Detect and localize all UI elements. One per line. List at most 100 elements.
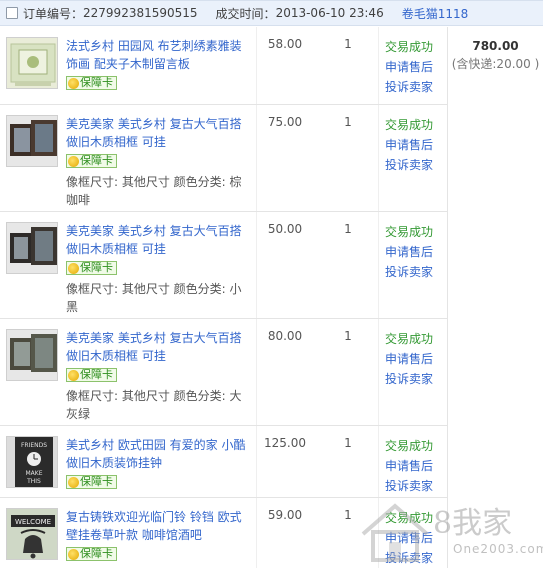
guarantee-card-badge[interactable]: 保障卡 — [66, 154, 117, 168]
list-item: 美克美家 美式乡村 复古大气百搭做旧木质相框 可挂 保障卡 像框尺寸: 其他尺寸… — [0, 105, 447, 212]
guarantee-card-badge[interactable]: 保障卡 — [66, 261, 117, 275]
item-price: 75.00 — [267, 115, 303, 129]
list-item: FRIENDS MAKE THIS 美式乡村 欧式田园 有爱的家 小酷做旧木质装… — [0, 426, 447, 498]
item-title-block: 法式乡村 田园风 布艺刺绣素雅装饰画 配夹子木制留言板 保障卡 — [66, 37, 250, 94]
item-title-link[interactable]: 美式乡村 欧式田园 有爱的家 小酷做旧木质装饰挂钟 — [66, 436, 250, 472]
list-item: 美克美家 美式乡村 复古大气百搭做旧木质相框 可挂 保障卡 像框尺寸: 其他尺寸… — [0, 212, 447, 319]
guarantee-card-badge[interactable]: 保障卡 — [66, 76, 117, 90]
item-quantity: 1 — [344, 37, 352, 51]
badge-label: 保障卡 — [80, 368, 113, 381]
guarantee-icon — [68, 155, 79, 167]
wall-clock-image: FRIENDS MAKE THIS — [7, 437, 57, 487]
complain-seller-link[interactable]: 投诉卖家 — [385, 548, 433, 568]
product-thumbnail[interactable] — [6, 329, 58, 381]
item-price: 80.00 — [267, 329, 303, 343]
product-thumbnail[interactable] — [6, 222, 58, 274]
item-price: 58.00 — [267, 37, 303, 51]
bell-sign-text: WELCOME — [15, 518, 51, 526]
list-item: 法式乡村 田园风 布艺刺绣素雅装饰画 配夹子木制留言板 保障卡 58.00 1 … — [0, 27, 447, 105]
item-quantity: 1 — [344, 115, 352, 129]
guarantee-icon — [68, 369, 79, 381]
item-status-block: 交易成功 申请售后 投诉卖家 — [385, 115, 433, 175]
badge-label: 保障卡 — [80, 547, 113, 560]
item-title-block: 美克美家 美式乡村 复古大气百搭做旧木质相框 可挂 保障卡 像框尺寸: 其他尺寸… — [66, 329, 250, 423]
order-items-list: 法式乡村 田园风 布艺刺绣素雅装饰画 配夹子木制留言板 保障卡 58.00 1 … — [0, 27, 447, 568]
item-spec: 像框尺寸: 其他尺寸 颜色分类: 棕咖啡 — [66, 174, 242, 207]
item-quantity: 1 — [344, 329, 352, 343]
apply-after-sale-link[interactable]: 申请售后 — [385, 456, 433, 476]
badge-label: 保障卡 — [80, 76, 113, 89]
product-thumbnail[interactable]: WELCOME — [6, 508, 58, 560]
guarantee-icon — [68, 548, 79, 560]
trade-success-status[interactable]: 交易成功 — [385, 37, 433, 57]
item-title-link[interactable]: 美克美家 美式乡村 复古大气百搭做旧木质相框 可挂 — [66, 329, 250, 365]
guarantee-card-badge[interactable]: 保障卡 — [66, 547, 117, 561]
clock-text: THIS — [26, 478, 41, 485]
item-status-block: 交易成功 申请售后 投诉卖家 — [385, 37, 433, 97]
apply-after-sale-link[interactable]: 申请售后 — [385, 242, 433, 262]
item-status-block: 交易成功 申请售后 投诉卖家 — [385, 508, 433, 568]
item-title-block: 美克美家 美式乡村 复古大气百搭做旧木质相框 可挂 保障卡 像框尺寸: 其他尺寸… — [66, 222, 250, 316]
item-quantity: 1 — [344, 436, 352, 450]
apply-after-sale-link[interactable]: 申请售后 — [385, 349, 433, 369]
product-thumbnail[interactable] — [6, 37, 58, 89]
apply-after-sale-link[interactable]: 申请售后 — [385, 57, 433, 77]
list-item: 美克美家 美式乡村 复古大气百搭做旧木质相框 可挂 保障卡 像框尺寸: 其他尺寸… — [0, 319, 447, 426]
trade-success-status[interactable]: 交易成功 — [385, 436, 433, 456]
order-time: 2013-06-10 23:46 — [275, 6, 384, 20]
complain-seller-link[interactable]: 投诉卖家 — [385, 262, 433, 282]
item-spec: 像框尺寸: 其他尺寸 颜色分类: 大灰绿 — [66, 388, 242, 421]
order-total-column: 780.00 (含快递:20.00 ) — [447, 27, 543, 568]
shipping-fee-note: (含快递:20.00 ) — [451, 57, 540, 71]
item-title-block: 复古铸铁欢迎光临门铃 铃铛 欧式壁挂卷草叶款 咖啡馆酒吧 保障卡 — [66, 508, 250, 565]
item-status-block: 交易成功 申请售后 投诉卖家 — [385, 436, 433, 496]
product-thumbnail[interactable]: FRIENDS MAKE THIS — [6, 436, 58, 488]
badge-label: 保障卡 — [80, 261, 113, 274]
complain-seller-link[interactable]: 投诉卖家 — [385, 369, 433, 389]
item-title-block: 美克美家 美式乡村 复古大气百搭做旧木质相框 可挂 保障卡 像框尺寸: 其他尺寸… — [66, 115, 250, 209]
shop-name-link[interactable]: 卷毛猫1118 — [402, 5, 469, 22]
order-checkbox[interactable] — [6, 7, 18, 19]
trade-success-status[interactable]: 交易成功 — [385, 222, 433, 242]
apply-after-sale-link[interactable]: 申请售后 — [385, 135, 433, 155]
item-quantity: 1 — [344, 222, 352, 236]
guarantee-card-badge[interactable]: 保障卡 — [66, 368, 117, 382]
order-time-label: 成交时间： — [215, 6, 276, 21]
item-title-link[interactable]: 法式乡村 田园风 布艺刺绣素雅装饰画 配夹子木制留言板 — [66, 37, 250, 73]
clock-text: MAKE — [25, 470, 42, 477]
order-total: 780.00 — [472, 39, 519, 53]
photo-frame-image — [7, 223, 57, 273]
product-thumbnail[interactable] — [6, 115, 58, 167]
photo-frame-image — [7, 330, 57, 380]
guarantee-card-badge[interactable]: 保障卡 — [66, 475, 117, 489]
complain-seller-link[interactable]: 投诉卖家 — [385, 155, 433, 175]
guarantee-icon — [68, 262, 79, 274]
badge-label: 保障卡 — [80, 154, 113, 167]
item-title-link[interactable]: 美克美家 美式乡村 复古大气百搭做旧木质相框 可挂 — [66, 222, 250, 258]
item-price: 59.00 — [267, 508, 303, 522]
order-header: 订单编号： 227992381590515 成交时间： 2013-06-10 2… — [0, 0, 543, 26]
photo-frame-image — [7, 116, 57, 166]
order-number-label: 订单编号： — [23, 6, 84, 21]
item-title-link[interactable]: 美克美家 美式乡村 复古大气百搭做旧木质相框 可挂 — [66, 115, 250, 151]
message-board-image — [7, 38, 57, 88]
item-title-block: 美式乡村 欧式田园 有爱的家 小酷做旧木质装饰挂钟 保障卡 — [66, 436, 250, 493]
item-spec: 像框尺寸: 其他尺寸 颜色分类: 小黑 — [66, 281, 242, 314]
trade-success-status[interactable]: 交易成功 — [385, 508, 433, 528]
item-quantity: 1 — [344, 508, 352, 522]
complain-seller-link[interactable]: 投诉卖家 — [385, 476, 433, 496]
item-status-block: 交易成功 申请售后 投诉卖家 — [385, 222, 433, 282]
guarantee-icon — [68, 476, 79, 488]
item-price: 125.00 — [264, 436, 306, 450]
order-number: 227992381590515 — [83, 6, 198, 20]
clock-text: FRIENDS — [21, 442, 47, 449]
trade-success-status[interactable]: 交易成功 — [385, 329, 433, 349]
trade-success-status[interactable]: 交易成功 — [385, 115, 433, 135]
apply-after-sale-link[interactable]: 申请售后 — [385, 528, 433, 548]
item-title-link[interactable]: 复古铸铁欢迎光临门铃 铃铛 欧式壁挂卷草叶款 咖啡馆酒吧 — [66, 508, 250, 544]
guarantee-icon — [68, 77, 79, 89]
list-item: WELCOME 复古铸铁欢迎光临门铃 铃铛 欧式壁挂卷草叶款 咖啡馆酒吧 保障卡… — [0, 498, 447, 568]
complain-seller-link[interactable]: 投诉卖家 — [385, 77, 433, 97]
door-bell-image: WELCOME — [7, 509, 57, 559]
item-price: 50.00 — [267, 222, 303, 236]
